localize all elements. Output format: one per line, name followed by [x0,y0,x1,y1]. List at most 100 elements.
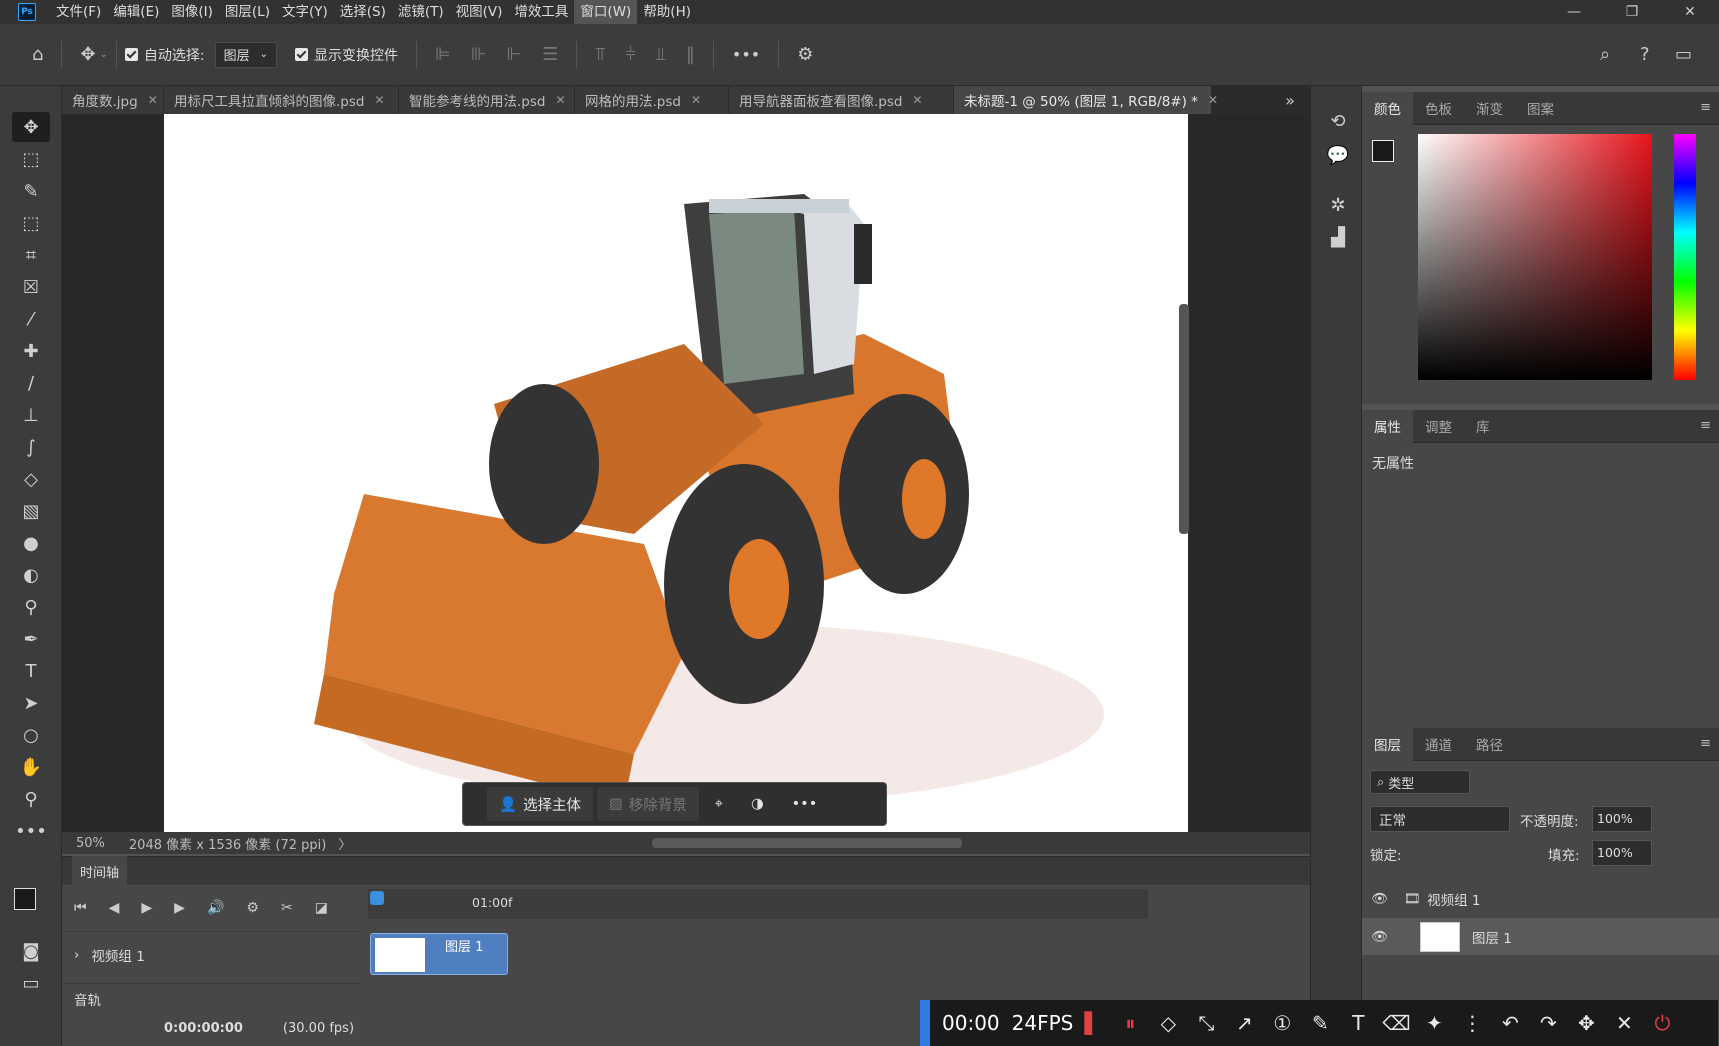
panel-menu-icon[interactable]: ≡ [1700,100,1711,115]
marquee-tool-icon[interactable]: ⬚ [12,144,50,174]
hue-slider[interactable] [1674,134,1696,380]
eraser-icon[interactable]: ⌫ [1377,1011,1415,1035]
quick-mask-icon[interactable]: ◙ [12,936,50,966]
tab-doc-3[interactable]: 智能参考线的用法.psd ✕ [399,86,575,114]
tab-doc-active[interactable]: 未标题-1 @ 50% (图层 1, RGB/8#) * ✕ [954,86,1218,114]
zoom-level[interactable]: 50% [76,836,105,851]
tab-adjustments[interactable]: 调整 [1413,410,1464,443]
tab-doc-4[interactable]: 网格的用法.psd ✕ [575,86,729,114]
menu-help[interactable]: 帮助(H) [637,0,697,24]
transition-icon[interactable]: ◪ [315,900,328,916]
expand-chevron-icon[interactable]: › [74,947,79,963]
more-vertical-icon[interactable]: ⋮ [1453,1011,1491,1035]
crop-tool-icon[interactable]: ⌗ [12,240,50,270]
move-icon[interactable]: ✥ [1567,1011,1605,1035]
remove-background-button[interactable]: ▨ 移除背景 [597,787,699,821]
redo-icon[interactable]: ↷ [1529,1011,1567,1035]
histogram-icon[interactable]: ▟ [1319,222,1357,252]
tabs-overflow-icon[interactable]: » [1270,86,1310,114]
video-clip[interactable]: 图层 1 [370,933,508,975]
polyline-icon[interactable]: ⤡ [1187,1011,1225,1035]
canvas[interactable] [164,114,1188,832]
menu-type[interactable]: 文字(Y) [276,0,334,24]
menu-edit[interactable]: 编辑(E) [107,0,165,24]
opacity-field[interactable]: 100% [1592,806,1652,832]
tab-paths[interactable]: 路径 [1464,728,1515,761]
align-left-icon[interactable]: ⊫ [435,44,451,65]
pen-icon[interactable]: ✎ [1301,1011,1339,1035]
move-tool-icon[interactable]: ✥ [80,44,95,65]
next-frame-icon[interactable]: ▶ [174,900,185,916]
number-icon[interactable]: ① [1263,1011,1301,1035]
type-tool-icon[interactable]: T [12,656,50,686]
tab-gradients[interactable]: 渐变 [1464,92,1515,125]
menu-select[interactable]: 选择(S) [334,0,392,24]
tab-channels[interactable]: 通道 [1413,728,1464,761]
align-right-icon[interactable]: ⊩ [506,44,522,65]
timeline-tab[interactable]: 时间轴 [72,855,128,887]
auto-select-dropdown[interactable]: 图层 ⌄ [214,41,278,68]
home-icon[interactable]: ⌂ [32,44,43,65]
eye-icon[interactable]: 👁 [1362,929,1398,945]
power-icon[interactable]: ⏻ [1643,1011,1681,1035]
tab-doc-2[interactable]: 用标尺工具拉直倾斜的图像.psd ✕ [164,86,399,114]
close-icon[interactable]: ✕ [1208,93,1218,107]
close-icon[interactable]: ✕ [1605,1011,1643,1035]
distribute-v-icon[interactable]: ‖ [686,44,695,65]
menu-plugins[interactable]: 增效工具 [508,0,574,24]
stamp-tool-icon[interactable]: ⊥ [12,400,50,430]
eraser-tool-icon[interactable]: ◇ [12,464,50,494]
undo-icon[interactable]: ↶ [1491,1011,1529,1035]
quick-select-tool-icon[interactable]: ✎ [12,176,50,206]
menu-filter[interactable]: 滤镜(T) [392,0,450,24]
hand-tool-icon[interactable]: ✋ [12,752,50,782]
stop-record-icon[interactable]: ▌ [1073,1011,1111,1035]
zoom-tool-icon[interactable]: ⚲ [12,784,50,814]
close-icon[interactable]: ✕ [691,93,701,107]
auto-select-checkbox[interactable] [124,48,138,61]
tab-doc-1[interactable]: 角度数.jpg ✕ [62,86,164,114]
foreground-color-swatch[interactable] [14,888,36,910]
navigator-icon[interactable]: ✲ [1319,190,1357,220]
layer-filter-dropdown[interactable]: ⌕ 类型 [1370,770,1470,794]
align-center-icon[interactable]: ⊪ [471,44,487,65]
highlight-icon[interactable]: ✦ [1415,1011,1453,1035]
minimize-icon[interactable]: — [1545,0,1603,24]
arrow-icon[interactable]: ↗ [1225,1011,1263,1035]
ellipse-tool-icon[interactable]: ○ [12,720,50,750]
audio-icon[interactable]: 🔊 [207,900,224,916]
history-icon[interactable]: ⟲ [1319,106,1357,136]
first-frame-icon[interactable]: ⏮ [74,900,87,916]
color-field[interactable] [1418,134,1652,380]
panel-menu-icon[interactable]: ≡ [1700,736,1711,751]
text-icon[interactable]: T [1339,1011,1377,1035]
tab-properties[interactable]: 属性 [1362,409,1413,443]
fill-field[interactable]: 100% [1592,840,1652,866]
panel-menu-icon[interactable]: ≡ [1700,418,1711,433]
move-tool-icon[interactable]: ✥ [12,112,50,142]
tab-patterns[interactable]: 图案 [1515,92,1566,125]
tab-color[interactable]: 颜色 [1362,91,1413,125]
document-canvas-area[interactable] [62,114,1310,832]
blend-mode-dropdown[interactable]: 正常 [1370,806,1510,832]
align-middle-icon[interactable]: ⫩ [625,44,635,65]
close-icon[interactable]: ✕ [1661,0,1719,24]
more-options-icon[interactable]: ••• [732,45,760,64]
comments-icon[interactable]: 💬 [1319,140,1357,170]
blur-tool-icon[interactable]: ● [12,528,50,558]
eyedropper-tool-icon[interactable]: ⁄ [12,304,50,334]
tab-swatches[interactable]: 色板 [1413,92,1464,125]
playhead-icon[interactable] [370,891,384,905]
play-icon[interactable]: ▶ [141,900,152,916]
object-select-tool-icon[interactable]: ⬚ [12,208,50,238]
menu-image[interactable]: 图像(I) [165,0,219,24]
history-brush-icon[interactable]: ∫ [12,432,50,462]
distribute-h-icon[interactable]: ☰ [542,44,558,65]
menu-file[interactable]: 文件(F) [50,0,107,24]
align-bottom-icon[interactable]: ⫫ [656,44,666,65]
adjust-button[interactable]: ◑ [739,787,776,821]
horizontal-scrollbar[interactable] [652,838,962,848]
fg-color-chip[interactable] [1372,140,1394,162]
restore-icon[interactable]: ❐ [1603,0,1661,24]
settings-gear-icon[interactable]: ⚙ [246,900,259,916]
